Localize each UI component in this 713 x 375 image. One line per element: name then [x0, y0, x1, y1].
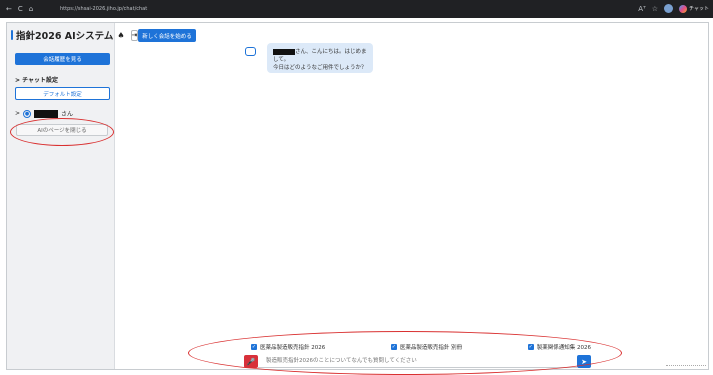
chat-input-bar: 🎤 ➤: [244, 355, 591, 368]
view-history-button[interactable]: 会話履歴を見る: [15, 53, 110, 65]
resize-grip[interactable]: [666, 365, 706, 367]
checkbox-label: 医薬品製造販売指針 2026: [260, 345, 326, 351]
copilot-icon: [679, 4, 688, 13]
checkbox-checked-icon[interactable]: ✓: [390, 344, 397, 350]
microphone-button[interactable]: 🎤: [244, 355, 258, 368]
read-aloud-icon[interactable]: Aᵀ: [638, 5, 645, 13]
redacted-username: [273, 48, 295, 55]
favorite-icon[interactable]: ☆: [652, 5, 658, 13]
message-input[interactable]: [258, 355, 577, 368]
chat-extension-button[interactable]: チャット: [679, 4, 709, 13]
checkbox-checked-icon[interactable]: ✓: [251, 344, 257, 350]
checkbox-notices-2026[interactable]: ✓ 製薬関係通知集 2026: [527, 343, 591, 351]
annotation-ellipse-input-area: [188, 331, 622, 375]
send-button[interactable]: ➤: [577, 355, 591, 368]
bot-message-line2: 今日はどのようなご用件でしょうか？: [273, 65, 367, 71]
microphone-icon: 🎤: [246, 357, 256, 366]
profile-avatar[interactable]: [664, 4, 674, 13]
new-chat-button[interactable]: 新しく会話を始める: [138, 29, 196, 42]
user-icon: ●: [23, 109, 32, 118]
bot-message-bubble: さん、こんにちは。はじめまして。 今日はどのようなご用件でしょうか？: [267, 43, 373, 73]
checkbox-checked-icon[interactable]: ✓: [527, 344, 534, 350]
checkbox-guideline-2026[interactable]: ✓ 医薬品製造販売指針 2026: [251, 343, 325, 351]
checkbox-label: 医薬品製造販売指針 別冊: [399, 345, 463, 351]
home-icon[interactable]: ♠: [117, 31, 124, 40]
send-icon: ➤: [581, 357, 587, 366]
bot-avatar-icon: [245, 47, 256, 56]
browser-toolbar: ← C ⌂ https://shsai-2026.jiho.jp/chat/ch…: [0, 0, 713, 18]
chat-extension-label: チャット: [689, 6, 709, 12]
chevron-right-icon: >: [15, 110, 21, 117]
home-icon[interactable]: ⌂: [29, 5, 33, 13]
app-title: 指針2026 AIシステム: [16, 31, 114, 42]
app-window: 指針2026 AIシステム ♠ ⇥ 会話履歴を見る > チャット設定 デフォルト…: [6, 22, 709, 375]
robot-logo-icon: [11, 30, 13, 40]
address-bar[interactable]: https://shsai-2026.jiho.jp/chat/chat: [60, 6, 147, 12]
browser-actions: Aᵀ ☆ チャット: [638, 4, 709, 13]
chat-settings-toggle[interactable]: > チャット設定: [15, 75, 58, 84]
user-suffix: さん: [61, 111, 74, 118]
sidebar: 指針2026 AIシステム ♠ ⇥ 会話履歴を見る > チャット設定 デフォルト…: [7, 23, 139, 369]
app-header: 指針2026 AIシステム ♠ ⇥: [7, 23, 139, 42]
browser-nav: ← C ⌂: [0, 5, 58, 13]
back-icon[interactable]: ←: [6, 5, 12, 13]
reload-icon[interactable]: C: [18, 5, 23, 13]
checkbox-guideline-supplement[interactable]: ✓ 医薬品製造販売指針 別冊: [390, 343, 463, 351]
source-checkboxes: ✓ 医薬品製造販売指針 2026 ✓ 医薬品製造販売指針 別冊 ✓ 製薬関係通知…: [251, 343, 591, 351]
default-settings-button[interactable]: デフォルト設定: [15, 87, 110, 100]
user-menu[interactable]: > ● さん: [15, 109, 73, 118]
checkbox-label: 製薬関係通知集 2026: [536, 345, 591, 351]
redacted-username: [34, 109, 59, 118]
close-ai-page-button[interactable]: AIのページを閉じる: [16, 124, 108, 136]
